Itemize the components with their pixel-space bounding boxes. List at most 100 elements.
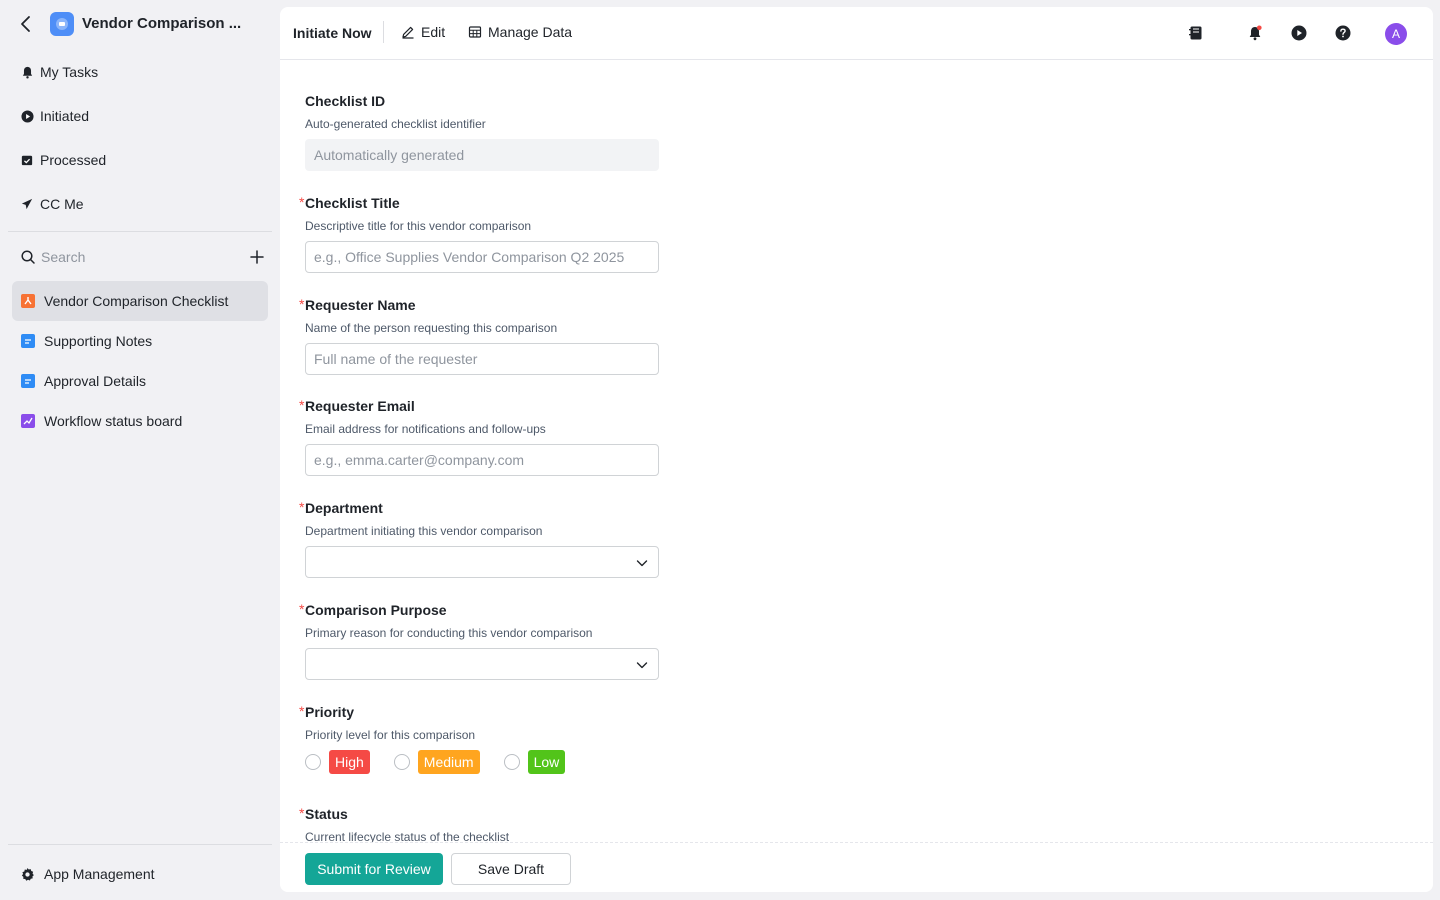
field-label: * Status xyxy=(299,804,665,824)
chevron-down-icon xyxy=(636,560,648,567)
gear-icon xyxy=(21,867,34,881)
toolbar: Initiate Now Edit Manage Data A xyxy=(280,7,1433,60)
requester-email-input[interactable] xyxy=(305,444,659,476)
comparison-purpose-select[interactable] xyxy=(305,648,659,680)
search-icon xyxy=(21,250,35,264)
field-label: * Requester Name xyxy=(299,295,665,315)
priority-tag: Low xyxy=(527,750,566,774)
divider xyxy=(8,844,272,845)
doc-icon xyxy=(21,374,35,388)
priority-option-low[interactable]: Low xyxy=(503,750,566,774)
page-item-vendor-comparison-checklist[interactable]: Vendor Comparison Checklist xyxy=(12,281,268,321)
play-circle-icon xyxy=(20,109,34,123)
radio-button[interactable] xyxy=(393,754,410,770)
app-logo-icon xyxy=(50,12,74,36)
sidebar: Vendor Comparison ... My Tasks Initiated… xyxy=(0,0,280,900)
save-draft-button[interactable]: Save Draft xyxy=(451,853,571,885)
field-label: Checklist ID xyxy=(305,93,386,109)
nav-item-initiated[interactable]: Initiated xyxy=(20,106,89,126)
add-page-button[interactable] xyxy=(248,248,266,266)
nav-item-processed[interactable]: Processed xyxy=(20,150,106,170)
avatar[interactable]: A xyxy=(1385,23,1407,45)
search-input[interactable]: Search xyxy=(41,249,248,265)
toolbar-divider xyxy=(383,21,384,43)
app-management-label: App Management xyxy=(44,866,155,882)
field-label-text: Comparison Purpose xyxy=(305,602,447,618)
form: Checklist ID Auto-generated checklist id… xyxy=(280,61,1433,845)
field-label-text: Priority xyxy=(305,704,355,720)
back-button[interactable] xyxy=(18,13,34,35)
field-label-text: Requester Name xyxy=(305,297,416,313)
required-mark: * xyxy=(299,805,305,821)
page-item-supporting-notes[interactable]: Supporting Notes xyxy=(12,321,268,361)
form-footer: Submit for Review Save Draft xyxy=(280,842,1433,892)
edit-button[interactable]: Edit xyxy=(401,24,445,40)
pencil-icon xyxy=(402,26,414,39)
field-label: * Checklist Title xyxy=(299,193,665,213)
page-item-workflow-status-board[interactable]: Workflow status board xyxy=(12,401,268,441)
field-description: Department initiating this vendor compar… xyxy=(305,524,543,538)
play-circle-icon[interactable] xyxy=(1290,24,1308,42)
radio-button[interactable] xyxy=(503,754,520,770)
manage-data-button[interactable]: Manage Data xyxy=(468,24,572,40)
field-requester-name: * Requester Name Name of the person reque… xyxy=(299,295,665,375)
field-status: * Status Current lifecycle status of the … xyxy=(299,804,665,845)
required-mark: * xyxy=(299,296,305,312)
search-row: Search xyxy=(20,246,266,268)
send-icon xyxy=(20,197,34,211)
form-icon xyxy=(21,294,35,308)
checklist-id-input xyxy=(305,139,659,171)
radio-button[interactable] xyxy=(305,754,321,770)
field-checklist-id: Checklist ID Auto-generated checklist id… xyxy=(305,91,665,171)
calendar-check-icon xyxy=(20,153,34,167)
field-description: Email address for notifications and foll… xyxy=(305,422,546,436)
chevron-down-icon xyxy=(636,662,648,669)
field-comparison-purpose: * Comparison Purpose Primary reason for c… xyxy=(299,600,665,680)
field-checklist-title: * Checklist Title Descriptive title for t… xyxy=(299,193,665,273)
chevron-left-icon xyxy=(21,16,30,32)
field-label-text: Requester Email xyxy=(305,398,415,414)
field-label: * Requester Email xyxy=(299,396,665,416)
required-mark: * xyxy=(299,499,305,515)
priority-radio-group: High Medium Low xyxy=(305,750,725,774)
app-title: Vendor Comparison ... xyxy=(82,15,242,32)
priority-option-medium[interactable]: Medium xyxy=(393,750,480,774)
nav-item-cc-me[interactable]: CC Me xyxy=(20,194,84,214)
field-description: Descriptive title for this vendor compar… xyxy=(305,219,532,233)
priority-tag: High xyxy=(329,750,370,774)
page-label: Vendor Comparison Checklist xyxy=(44,293,229,309)
table-icon xyxy=(468,26,482,38)
required-mark: * xyxy=(299,194,305,210)
required-mark: * xyxy=(299,601,305,617)
main-panel: Initiate Now Edit Manage Data A Checklis… xyxy=(280,7,1433,892)
field-description: Name of the person requesting this compa… xyxy=(305,321,558,335)
field-label-text: Checklist Title xyxy=(305,195,400,211)
field-description: Auto-generated checklist identifier xyxy=(305,117,486,131)
app-management-link[interactable]: App Management xyxy=(20,863,155,885)
book-icon[interactable] xyxy=(1187,24,1205,42)
field-label-text: Status xyxy=(305,806,348,822)
checklist-title-input[interactable] xyxy=(305,241,659,273)
page-label: Approval Details xyxy=(44,373,146,389)
requester-name-input[interactable] xyxy=(305,343,659,375)
field-requester-email: * Requester Email Email address for notif… xyxy=(299,396,665,476)
submit-for-review-button[interactable]: Submit for Review xyxy=(305,853,443,885)
manage-data-label: Manage Data xyxy=(488,24,573,40)
nav-item-my-tasks[interactable]: My Tasks xyxy=(20,62,98,82)
chart-icon xyxy=(21,414,35,428)
field-label: * Department xyxy=(299,498,665,518)
priority-option-high[interactable]: High xyxy=(305,750,370,774)
department-select[interactable] xyxy=(305,546,659,578)
initiate-now-tab[interactable]: Initiate Now xyxy=(293,25,372,41)
page-label: Workflow status board xyxy=(44,413,183,429)
page-item-approval-details[interactable]: Approval Details xyxy=(12,361,268,401)
bell-icon xyxy=(20,65,34,79)
app-header: Vendor Comparison ... xyxy=(0,0,280,48)
field-department: * Department Department initiating this v… xyxy=(299,498,665,578)
priority-tag: Medium xyxy=(417,750,480,774)
required-mark: * xyxy=(299,703,305,719)
help-icon[interactable] xyxy=(1334,24,1352,42)
notification-bell-icon[interactable] xyxy=(1246,24,1264,42)
page-label: Supporting Notes xyxy=(44,333,153,349)
field-label-text: Department xyxy=(305,500,383,516)
